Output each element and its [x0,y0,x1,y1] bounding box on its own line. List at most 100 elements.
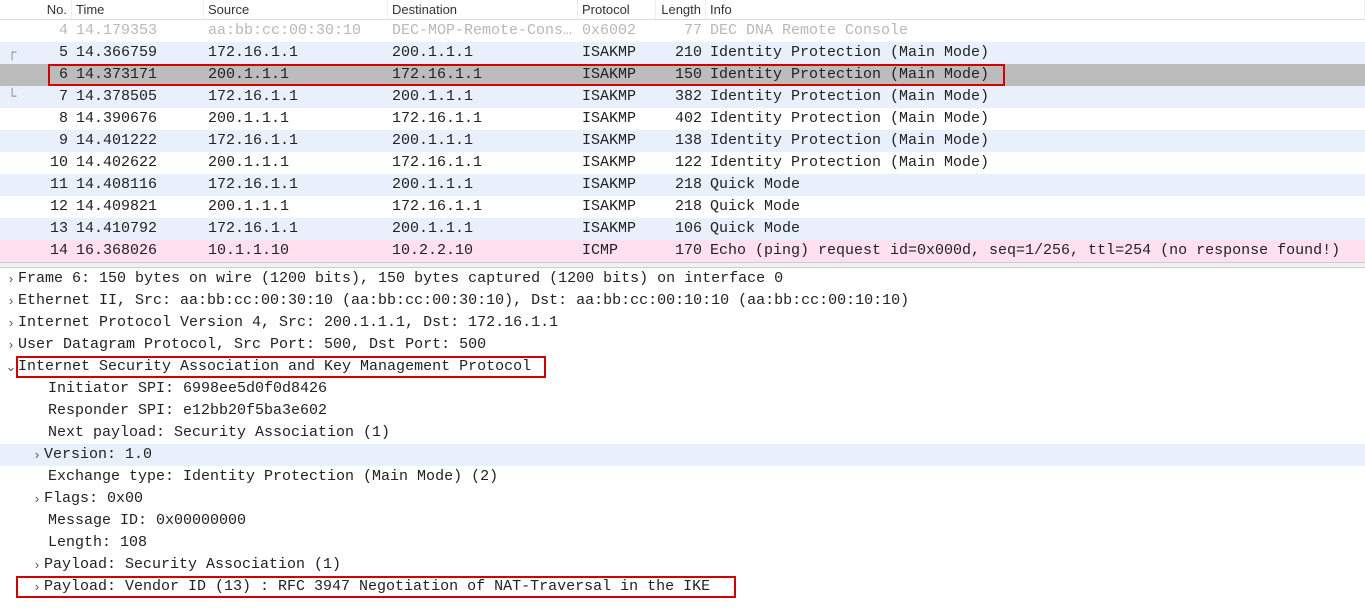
chevron-down-icon[interactable]: ⌄ [4,356,18,378]
cell-time: 16.368026 [72,240,204,262]
packet-row[interactable]: 414.179353aa:bb:cc:00:30:10DEC-MOP-Remot… [0,20,1365,42]
cell-time: 14.378505 [72,86,204,108]
cell-proto: ISAKMP [578,42,656,64]
packet-list[interactable]: No. Time Source Destination Protocol Len… [0,0,1365,262]
cell-time: 14.373171 [72,64,204,86]
packet-row[interactable]: 1416.36802610.1.1.1010.2.2.10ICMP170Echo… [0,240,1365,262]
cell-len: 218 [656,196,706,218]
cell-src: 200.1.1.1 [204,152,388,174]
cell-info: Quick Mode [706,196,1365,218]
cell-proto: ISAKMP [578,152,656,174]
cell-no: 9 [0,130,72,152]
detail-line[interactable]: ⌄Internet Security Association and Key M… [0,356,1365,378]
column-header-proto[interactable]: Protocol [578,0,656,19]
cell-proto: ISAKMP [578,130,656,152]
cell-src: 200.1.1.1 [204,196,388,218]
column-header-len[interactable]: Length [656,0,706,19]
cell-len: 122 [656,152,706,174]
packet-row[interactable]: 614.373171200.1.1.1172.16.1.1ISAKMP150Id… [0,64,1365,86]
cell-len: 170 [656,240,706,262]
detail-line[interactable]: Initiator SPI: 6998ee5d0f0d8426 [0,378,1365,400]
cell-time: 14.179353 [72,20,204,42]
packet-row[interactable]: ┌514.366759172.16.1.1200.1.1.1ISAKMP210I… [0,42,1365,64]
detail-text: Version: 1.0 [44,444,152,466]
cell-time: 14.366759 [72,42,204,64]
cell-dst: 200.1.1.1 [388,42,578,64]
cell-dst: 172.16.1.1 [388,108,578,130]
cell-dst: 200.1.1.1 [388,174,578,196]
detail-text: Initiator SPI: 6998ee5d0f0d8426 [48,378,327,400]
cell-len: 218 [656,174,706,196]
packet-row[interactable]: └714.378505172.16.1.1200.1.1.1ISAKMP382I… [0,86,1365,108]
cell-no: 12 [0,196,72,218]
cell-info: Identity Protection (Main Mode) [706,108,1365,130]
detail-line[interactable]: ›Frame 6: 150 bytes on wire (1200 bits),… [0,268,1365,290]
column-header-dst[interactable]: Destination [388,0,578,19]
cell-len: 77 [656,20,706,42]
relation-marker-icon: ┌ [8,42,26,64]
column-header-info[interactable]: Info [706,0,1365,19]
cell-dst: 200.1.1.1 [388,130,578,152]
chevron-right-icon[interactable]: › [30,488,44,510]
cell-time: 14.390676 [72,108,204,130]
chevron-right-icon[interactable]: › [30,444,44,466]
cell-info: Identity Protection (Main Mode) [706,64,1365,86]
packet-row[interactable]: 814.390676200.1.1.1172.16.1.1ISAKMP402Id… [0,108,1365,130]
detail-text: Internet Protocol Version 4, Src: 200.1.… [18,312,558,334]
cell-no: 10 [0,152,72,174]
packet-row[interactable]: 1314.410792172.16.1.1200.1.1.1ISAKMP106Q… [0,218,1365,240]
cell-info: Echo (ping) request id=0x000d, seq=1/256… [706,240,1365,262]
column-header-no[interactable]: No. [0,0,72,19]
detail-line[interactable]: ›Payload: Vendor ID (13) : RFC 3947 Nego… [0,576,1365,598]
column-header-time[interactable]: Time [72,0,204,19]
chevron-right-icon[interactable]: › [30,554,44,576]
detail-text: Message ID: 0x00000000 [48,510,246,532]
cell-no: 4 [0,20,72,42]
cell-src: 172.16.1.1 [204,174,388,196]
packet-details-tree[interactable]: ›Frame 6: 150 bytes on wire (1200 bits),… [0,268,1365,598]
column-header-src[interactable]: Source [204,0,388,19]
detail-line[interactable]: ›Flags: 0x00 [0,488,1365,510]
detail-line[interactable]: Responder SPI: e12bb20f5ba3e602 [0,400,1365,422]
detail-line[interactable]: Length: 108 [0,532,1365,554]
detail-text: Frame 6: 150 bytes on wire (1200 bits), … [18,268,783,290]
detail-text: Exchange type: Identity Protection (Main… [48,466,498,488]
cell-no: 11 [0,174,72,196]
cell-dst: 10.2.2.10 [388,240,578,262]
cell-src: 172.16.1.1 [204,42,388,64]
chevron-right-icon[interactable]: › [4,334,18,356]
detail-line[interactable]: ›Internet Protocol Version 4, Src: 200.1… [0,312,1365,334]
cell-len: 150 [656,64,706,86]
cell-len: 382 [656,86,706,108]
packet-row[interactable]: 1114.408116172.16.1.1200.1.1.1ISAKMP218Q… [0,174,1365,196]
detail-text: Payload: Security Association (1) [44,554,341,576]
detail-text: Payload: Vendor ID (13) : RFC 3947 Negot… [44,576,710,598]
cell-proto: ISAKMP [578,218,656,240]
packet-row[interactable]: 1014.402622200.1.1.1172.16.1.1ISAKMP122I… [0,152,1365,174]
chevron-right-icon[interactable]: › [4,312,18,334]
chevron-right-icon[interactable]: › [4,268,18,290]
cell-proto: ISAKMP [578,86,656,108]
detail-line[interactable]: ›Payload: Security Association (1) [0,554,1365,576]
detail-line[interactable]: ›Ethernet II, Src: aa:bb:cc:00:30:10 (aa… [0,290,1365,312]
detail-line[interactable]: Exchange type: Identity Protection (Main… [0,466,1365,488]
cell-src: 172.16.1.1 [204,86,388,108]
cell-time: 14.408116 [72,174,204,196]
relation-marker-icon: └ [8,86,26,108]
cell-src: 200.1.1.1 [204,64,388,86]
detail-line[interactable]: ›Version: 1.0 [0,444,1365,466]
detail-line[interactable]: ›User Datagram Protocol, Src Port: 500, … [0,334,1365,356]
detail-line[interactable]: Message ID: 0x00000000 [0,510,1365,532]
cell-proto: 0x6002 [578,20,656,42]
cell-no: 8 [0,108,72,130]
cell-info: Identity Protection (Main Mode) [706,130,1365,152]
chevron-right-icon[interactable]: › [4,290,18,312]
detail-line[interactable]: Next payload: Security Association (1) [0,422,1365,444]
chevron-right-icon[interactable]: › [30,576,44,598]
detail-text: Responder SPI: e12bb20f5ba3e602 [48,400,327,422]
cell-src: 10.1.1.10 [204,240,388,262]
cell-len: 402 [656,108,706,130]
packet-row[interactable]: 914.401222172.16.1.1200.1.1.1ISAKMP138Id… [0,130,1365,152]
cell-dst: 172.16.1.1 [388,152,578,174]
packet-row[interactable]: 1214.409821200.1.1.1172.16.1.1ISAKMP218Q… [0,196,1365,218]
